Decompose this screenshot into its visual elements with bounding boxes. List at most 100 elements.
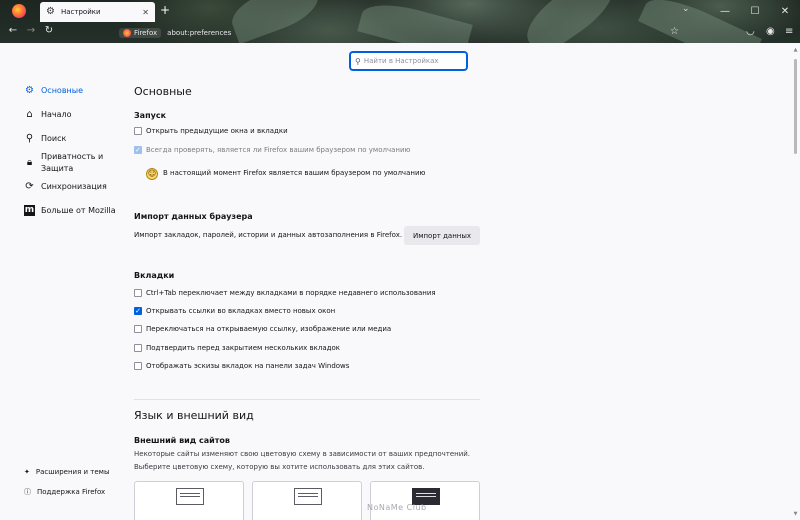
- option-label: Ctrl+Tab переключает между вкладками в п…: [146, 289, 436, 297]
- bookmark-star-icon[interactable]: ☆: [670, 26, 679, 37]
- ctrl-tab-option[interactable]: Ctrl+Tab переключает между вкладками в п…: [134, 289, 436, 297]
- option-label: Переключаться на открываемую ссылку, изо…: [146, 325, 392, 333]
- browser-chrome: ⚙ Настройки ✕ + ⌄ — ☐ ✕ ← → ↻ Firefox ab…: [0, 0, 800, 43]
- tab-settings[interactable]: ⚙ Настройки ✕: [40, 2, 155, 22]
- mozilla-icon: m: [24, 205, 35, 216]
- sidebar-item-label: Приватность и Защита: [41, 152, 104, 173]
- sidebar-item-mozilla[interactable]: m Больше от Mozilla: [24, 205, 116, 216]
- scroll-up-icon[interactable]: ▲: [793, 47, 798, 53]
- minimize-button[interactable]: —: [710, 0, 740, 22]
- url-bar[interactable]: Firefox about:preferences: [115, 24, 655, 41]
- option-label: Открыть предыдущие окна и вкладки: [146, 127, 288, 135]
- import-description: Импорт закладок, паролей, истории и данн…: [134, 231, 403, 239]
- restore-session-option[interactable]: Открыть предыдущие окна и вкладки: [134, 127, 288, 135]
- scheme-preview-icon: [294, 488, 322, 505]
- help-icon: ⓘ: [24, 488, 31, 496]
- gear-icon: ⚙: [46, 6, 55, 17]
- maximize-button[interactable]: ☐: [740, 0, 770, 22]
- appearance-description-1: Некоторые сайты изменяют свою цветовую с…: [134, 450, 471, 458]
- sidebar-item-label: Больше от Mozilla: [41, 206, 116, 215]
- close-window-button[interactable]: ✕: [770, 0, 800, 22]
- default-browser-smile-icon: ☺: [146, 168, 158, 180]
- gear-icon: ⚙: [25, 85, 34, 96]
- switch-to-media-checkbox[interactable]: [134, 325, 142, 333]
- sidebar-footer-label: Поддержка Firefox: [37, 488, 106, 496]
- sidebar: ⚙ Основные ⌂ Начало ⚲ Поиск 🔒︎ Приватнос…: [0, 43, 120, 520]
- identity-label: Firefox: [134, 28, 158, 37]
- color-scheme-card-auto[interactable]: [134, 481, 244, 520]
- sidebar-item-search[interactable]: ⚲ Поиск: [24, 133, 67, 144]
- check-default-option[interactable]: ✓ Всегда проверять, является ли Firefox …: [134, 146, 410, 154]
- search-input[interactable]: [363, 57, 459, 65]
- window-controls: — ☐ ✕: [710, 0, 800, 22]
- preferences-page: ▲ ▼ ⚙ Основные ⌂ Начало ⚲ Поиск 🔒︎ Прива…: [0, 43, 800, 520]
- option-label: Открывать ссылки во вкладках вместо новы…: [146, 307, 336, 315]
- sidebar-item-home[interactable]: ⌂ Начало: [24, 109, 72, 120]
- ctrl-tab-checkbox[interactable]: [134, 289, 142, 297]
- taskbar-previews-checkbox[interactable]: [134, 362, 142, 370]
- sidebar-footer-support[interactable]: ⓘ Поддержка Firefox: [24, 487, 105, 497]
- warn-close-tabs-option[interactable]: Подтвердить перед закрытием нескольких в…: [134, 344, 340, 352]
- startup-heading: Запуск: [134, 111, 166, 120]
- watermark: NoNaMe Club: [367, 503, 427, 512]
- scroll-thumb[interactable]: [794, 59, 797, 154]
- lock-icon: 🔒︎: [26, 157, 33, 168]
- sidebar-footer-label: Расширения и темы: [35, 468, 110, 476]
- home-icon: ⌂: [26, 109, 33, 120]
- nav-bar: ← → ↻ Firefox about:preferences ☆ ◡ ◉ ≡: [0, 22, 800, 43]
- back-icon[interactable]: ←: [6, 25, 20, 36]
- menu-icon[interactable]: ≡: [785, 26, 793, 37]
- close-tab-icon[interactable]: ✕: [142, 8, 149, 17]
- pocket-icon[interactable]: ◡: [746, 26, 755, 37]
- open-links-in-tabs-option[interactable]: ✓ Открывать ссылки во вкладках вместо но…: [134, 307, 335, 315]
- tab-title: Настройки: [61, 8, 101, 16]
- new-tab-button[interactable]: +: [160, 4, 170, 16]
- color-scheme-card-light[interactable]: [252, 481, 362, 520]
- option-label: Всегда проверять, является ли Firefox ва…: [146, 146, 411, 154]
- color-scheme-cards: [134, 481, 480, 520]
- import-heading: Импорт данных браузера: [134, 212, 253, 221]
- forward-icon[interactable]: →: [24, 25, 38, 36]
- check-default-checkbox[interactable]: ✓: [134, 146, 142, 154]
- warn-close-tabs-checkbox[interactable]: [134, 344, 142, 352]
- option-label: Отображать эскизы вкладок на панели зада…: [146, 362, 350, 370]
- firefox-logo-icon: [123, 28, 131, 37]
- reload-icon[interactable]: ↻: [42, 25, 56, 36]
- color-scheme-card-dark[interactable]: [370, 481, 480, 520]
- language-section-title: Язык и внешний вид: [134, 409, 254, 422]
- scroll-down-icon[interactable]: ▼: [793, 511, 798, 517]
- search-icon: ⚲: [355, 56, 361, 66]
- tabs-heading: Вкладки: [134, 271, 175, 280]
- sync-icon: ⟳: [25, 181, 34, 192]
- default-browser-message: В настоящий момент Firefox является ваши…: [163, 169, 426, 177]
- account-icon[interactable]: ◉: [766, 26, 775, 37]
- scheme-preview-icon: [176, 488, 204, 505]
- sidebar-item-general[interactable]: ⚙ Основные: [24, 85, 83, 96]
- sidebar-item-label: Поиск: [41, 134, 67, 143]
- switch-to-media-option[interactable]: Переключаться на открываемую ссылку, изо…: [134, 325, 391, 333]
- restore-session-checkbox[interactable]: [134, 127, 142, 135]
- sidebar-item-label: Начало: [41, 110, 72, 119]
- appearance-heading: Внешний вид сайтов: [134, 436, 230, 445]
- title-bar: ⚙ Настройки ✕ + ⌄ — ☐ ✕: [0, 0, 800, 22]
- import-data-button[interactable]: Импорт данных: [404, 226, 480, 245]
- sidebar-item-label: Синхронизация: [41, 182, 107, 191]
- firefox-logo-icon: [12, 4, 26, 18]
- option-label: Подтвердить перед закрытием нескольких в…: [146, 344, 340, 352]
- appearance-description-2: Выберите цветовую схему, которую вы хоти…: [134, 463, 425, 471]
- open-links-in-tabs-checkbox[interactable]: ✓: [134, 307, 142, 315]
- taskbar-previews-option[interactable]: Отображать эскизы вкладок на панели зада…: [134, 362, 349, 370]
- sidebar-item-sync[interactable]: ⟳ Синхронизация: [24, 181, 107, 192]
- sidebar-footer-addons[interactable]: ✦ Расширения и темы: [24, 468, 109, 476]
- scrollbar[interactable]: ▲ ▼: [793, 47, 798, 517]
- search-icon: ⚲: [25, 133, 34, 144]
- puzzle-icon: ✦: [24, 468, 30, 476]
- section-divider: [134, 399, 480, 400]
- sidebar-item-label: Основные: [41, 86, 84, 95]
- url-text[interactable]: about:preferences: [167, 29, 231, 37]
- search-box[interactable]: ⚲: [350, 52, 467, 70]
- page-title: Основные: [134, 85, 192, 98]
- list-tabs-icon[interactable]: ⌄: [682, 4, 690, 14]
- identity-box[interactable]: Firefox: [119, 27, 162, 38]
- sidebar-item-privacy[interactable]: 🔒︎ Приватность и Защита: [24, 151, 109, 175]
